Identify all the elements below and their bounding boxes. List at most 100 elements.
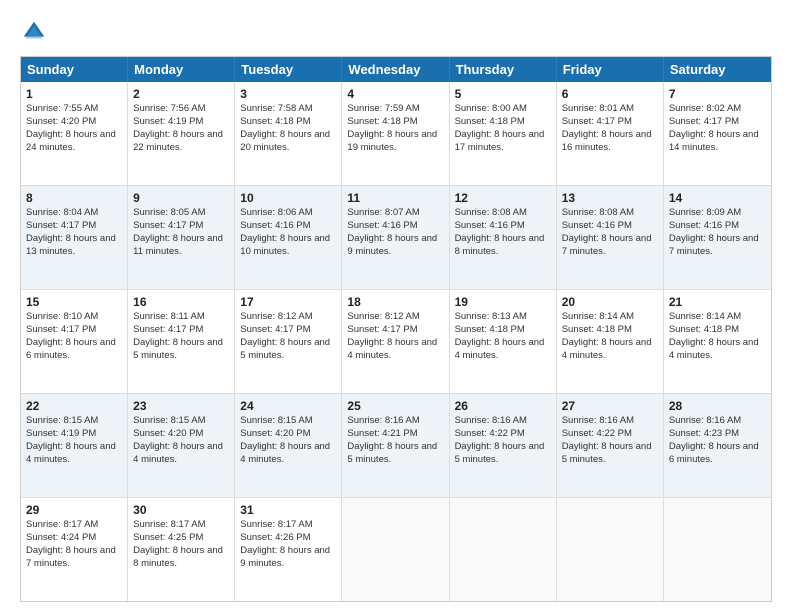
sunset: Sunset: 4:18 PM: [347, 116, 417, 127]
daylight: Daylight: 8 hours and 13 minutes.: [26, 233, 116, 257]
day-number: 31: [240, 502, 336, 518]
sunset: Sunset: 4:18 PM: [562, 324, 632, 335]
day-cell-21: 21 Sunrise: 8:14 AM Sunset: 4:18 PM Dayl…: [664, 290, 771, 393]
daylight: Daylight: 8 hours and 5 minutes.: [347, 441, 437, 465]
daylight: Daylight: 8 hours and 4 minutes.: [347, 337, 437, 361]
sunrise: Sunrise: 8:08 AM: [562, 207, 634, 218]
daylight: Daylight: 8 hours and 11 minutes.: [133, 233, 223, 257]
header-day-thursday: Thursday: [450, 57, 557, 82]
sunrise: Sunrise: 8:16 AM: [669, 415, 741, 426]
sunset: Sunset: 4:17 PM: [26, 220, 96, 231]
day-cell-30: 30 Sunrise: 8:17 AM Sunset: 4:25 PM Dayl…: [128, 498, 235, 601]
day-cell-19: 19 Sunrise: 8:13 AM Sunset: 4:18 PM Dayl…: [450, 290, 557, 393]
header-day-tuesday: Tuesday: [235, 57, 342, 82]
sunrise: Sunrise: 8:10 AM: [26, 311, 98, 322]
daylight: Daylight: 8 hours and 16 minutes.: [562, 129, 652, 153]
empty-cell: [557, 498, 664, 601]
sunset: Sunset: 4:20 PM: [240, 428, 310, 439]
sunset: Sunset: 4:25 PM: [133, 532, 203, 543]
daylight: Daylight: 8 hours and 7 minutes.: [26, 545, 116, 569]
day-cell-12: 12 Sunrise: 8:08 AM Sunset: 4:16 PM Dayl…: [450, 186, 557, 289]
calendar: SundayMondayTuesdayWednesdayThursdayFrid…: [20, 56, 772, 602]
sunset: Sunset: 4:23 PM: [669, 428, 739, 439]
sunset: Sunset: 4:17 PM: [26, 324, 96, 335]
day-number: 8: [26, 190, 122, 206]
sunset: Sunset: 4:22 PM: [455, 428, 525, 439]
sunset: Sunset: 4:17 PM: [240, 324, 310, 335]
sunrise: Sunrise: 8:16 AM: [562, 415, 634, 426]
daylight: Daylight: 8 hours and 19 minutes.: [347, 129, 437, 153]
day-cell-14: 14 Sunrise: 8:09 AM Sunset: 4:16 PM Dayl…: [664, 186, 771, 289]
header: [20, 18, 772, 46]
sunset: Sunset: 4:20 PM: [133, 428, 203, 439]
day-number: 10: [240, 190, 336, 206]
sunrise: Sunrise: 8:00 AM: [455, 103, 527, 114]
logo-icon: [20, 18, 48, 46]
day-cell-28: 28 Sunrise: 8:16 AM Sunset: 4:23 PM Dayl…: [664, 394, 771, 497]
sunrise: Sunrise: 8:02 AM: [669, 103, 741, 114]
daylight: Daylight: 8 hours and 5 minutes.: [455, 441, 545, 465]
daylight: Daylight: 8 hours and 4 minutes.: [26, 441, 116, 465]
sunrise: Sunrise: 8:04 AM: [26, 207, 98, 218]
day-cell-22: 22 Sunrise: 8:15 AM Sunset: 4:19 PM Dayl…: [21, 394, 128, 497]
calendar-row-2: 15 Sunrise: 8:10 AM Sunset: 4:17 PM Dayl…: [21, 289, 771, 393]
calendar-row-0: 1 Sunrise: 7:55 AM Sunset: 4:20 PM Dayli…: [21, 82, 771, 185]
day-number: 23: [133, 398, 229, 414]
sunrise: Sunrise: 8:01 AM: [562, 103, 634, 114]
day-number: 17: [240, 294, 336, 310]
day-cell-24: 24 Sunrise: 8:15 AM Sunset: 4:20 PM Dayl…: [235, 394, 342, 497]
day-number: 28: [669, 398, 766, 414]
daylight: Daylight: 8 hours and 8 minutes.: [455, 233, 545, 257]
sunrise: Sunrise: 8:12 AM: [240, 311, 312, 322]
day-cell-29: 29 Sunrise: 8:17 AM Sunset: 4:24 PM Dayl…: [21, 498, 128, 601]
sunset: Sunset: 4:17 PM: [562, 116, 632, 127]
sunset: Sunset: 4:17 PM: [133, 324, 203, 335]
sunset: Sunset: 4:20 PM: [26, 116, 96, 127]
sunrise: Sunrise: 8:17 AM: [133, 519, 205, 530]
day-cell-31: 31 Sunrise: 8:17 AM Sunset: 4:26 PM Dayl…: [235, 498, 342, 601]
sunrise: Sunrise: 8:05 AM: [133, 207, 205, 218]
sunrise: Sunrise: 8:06 AM: [240, 207, 312, 218]
sunrise: Sunrise: 8:12 AM: [347, 311, 419, 322]
day-number: 24: [240, 398, 336, 414]
day-cell-3: 3 Sunrise: 7:58 AM Sunset: 4:18 PM Dayli…: [235, 82, 342, 185]
sunrise: Sunrise: 8:07 AM: [347, 207, 419, 218]
sunrise: Sunrise: 8:17 AM: [240, 519, 312, 530]
calendar-row-3: 22 Sunrise: 8:15 AM Sunset: 4:19 PM Dayl…: [21, 393, 771, 497]
calendar-row-4: 29 Sunrise: 8:17 AM Sunset: 4:24 PM Dayl…: [21, 497, 771, 601]
header-day-wednesday: Wednesday: [342, 57, 449, 82]
day-cell-6: 6 Sunrise: 8:01 AM Sunset: 4:17 PM Dayli…: [557, 82, 664, 185]
empty-cell: [664, 498, 771, 601]
sunrise: Sunrise: 8:14 AM: [562, 311, 634, 322]
sunset: Sunset: 4:16 PM: [562, 220, 632, 231]
day-cell-2: 2 Sunrise: 7:56 AM Sunset: 4:19 PM Dayli…: [128, 82, 235, 185]
page: SundayMondayTuesdayWednesdayThursdayFrid…: [0, 0, 792, 612]
day-cell-17: 17 Sunrise: 8:12 AM Sunset: 4:17 PM Dayl…: [235, 290, 342, 393]
daylight: Daylight: 8 hours and 8 minutes.: [133, 545, 223, 569]
sunrise: Sunrise: 8:11 AM: [133, 311, 205, 322]
sunset: Sunset: 4:16 PM: [347, 220, 417, 231]
day-number: 14: [669, 190, 766, 206]
day-cell-20: 20 Sunrise: 8:14 AM Sunset: 4:18 PM Dayl…: [557, 290, 664, 393]
day-number: 26: [455, 398, 551, 414]
day-number: 13: [562, 190, 658, 206]
daylight: Daylight: 8 hours and 6 minutes.: [26, 337, 116, 361]
day-number: 20: [562, 294, 658, 310]
sunrise: Sunrise: 8:09 AM: [669, 207, 741, 218]
calendar-body: 1 Sunrise: 7:55 AM Sunset: 4:20 PM Dayli…: [21, 82, 771, 601]
day-cell-23: 23 Sunrise: 8:15 AM Sunset: 4:20 PM Dayl…: [128, 394, 235, 497]
day-number: 11: [347, 190, 443, 206]
header-day-friday: Friday: [557, 57, 664, 82]
calendar-row-1: 8 Sunrise: 8:04 AM Sunset: 4:17 PM Dayli…: [21, 185, 771, 289]
sunset: Sunset: 4:19 PM: [26, 428, 96, 439]
sunrise: Sunrise: 8:16 AM: [347, 415, 419, 426]
day-number: 25: [347, 398, 443, 414]
daylight: Daylight: 8 hours and 4 minutes.: [562, 337, 652, 361]
daylight: Daylight: 8 hours and 4 minutes.: [240, 441, 330, 465]
day-cell-13: 13 Sunrise: 8:08 AM Sunset: 4:16 PM Dayl…: [557, 186, 664, 289]
sunrise: Sunrise: 8:08 AM: [455, 207, 527, 218]
day-number: 19: [455, 294, 551, 310]
day-number: 16: [133, 294, 229, 310]
empty-cell: [342, 498, 449, 601]
day-cell-10: 10 Sunrise: 8:06 AM Sunset: 4:16 PM Dayl…: [235, 186, 342, 289]
